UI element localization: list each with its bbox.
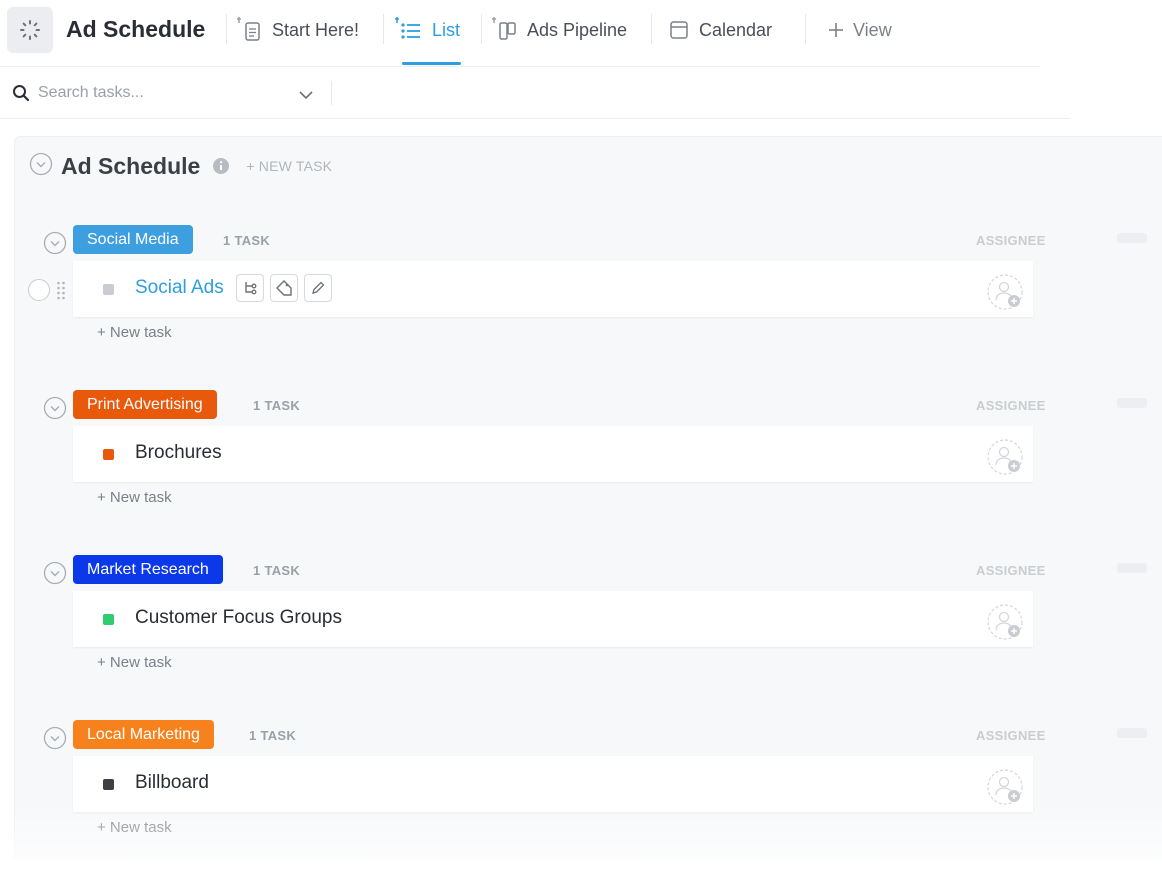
- collapse-group-icon[interactable]: [43, 726, 67, 750]
- group-print-advertising: Print Advertising 1 TASK ASSIGNEE Brochu…: [15, 390, 1162, 546]
- task-row[interactable]: Social Ads: [73, 261, 1033, 317]
- task-count: 1 TASK: [223, 233, 271, 248]
- collapse-list-icon[interactable]: [29, 152, 53, 181]
- task-row[interactable]: Billboard: [73, 756, 1033, 812]
- edit-icon: [312, 281, 325, 294]
- task-count: 1 TASK: [253, 398, 301, 413]
- task-select-checkbox[interactable]: [28, 279, 50, 301]
- nav-divider: [226, 14, 227, 44]
- add-assignee-icon[interactable]: [986, 603, 1024, 646]
- tab-label: Start Here!: [272, 19, 360, 40]
- tab-label: Ads Pipeline: [527, 19, 628, 40]
- board-icon: [491, 17, 519, 43]
- task-count: 1 TASK: [253, 563, 301, 578]
- drag-handle-icon[interactable]: [56, 280, 66, 305]
- group-market-research: Market Research 1 TASK ASSIGNEE Customer…: [15, 555, 1162, 711]
- nav-divider: [481, 14, 482, 44]
- list-panel: Ad Schedule + NEW TASK Social Media 1 TA…: [14, 136, 1162, 860]
- group-status-pill[interactable]: Social Media: [73, 225, 193, 254]
- loading-dots-icon: [20, 20, 40, 40]
- chevron-down-icon[interactable]: [298, 87, 314, 105]
- list-header: Ad Schedule + NEW TASK: [29, 151, 332, 181]
- assignee-column-header[interactable]: ASSIGNEE: [976, 233, 1046, 248]
- subtask-icon: [245, 282, 257, 295]
- assignee-column-header[interactable]: ASSIGNEE: [976, 563, 1046, 578]
- task-name[interactable]: Brochures: [135, 442, 222, 464]
- search-divider: [331, 81, 332, 105]
- group-status-pill[interactable]: Market Research: [73, 555, 223, 584]
- plus-icon: [827, 21, 845, 39]
- subtask-button[interactable]: [236, 274, 264, 302]
- new-task-header-button[interactable]: + NEW TASK: [246, 158, 332, 174]
- group-status-pill[interactable]: Local Marketing: [73, 720, 214, 749]
- task-name[interactable]: Customer Focus Groups: [135, 607, 342, 629]
- nav-divider: [651, 14, 652, 44]
- column-header-placeholder: [1117, 398, 1147, 408]
- new-task-button[interactable]: + New task: [97, 819, 172, 836]
- info-icon[interactable]: [212, 157, 230, 175]
- calendar-icon: [669, 19, 691, 41]
- task-row[interactable]: Customer Focus Groups: [73, 591, 1033, 647]
- active-tab-indicator: [402, 62, 461, 65]
- nav-divider: [383, 14, 384, 44]
- tab-start-here[interactable]: Start Here!: [236, 17, 360, 43]
- status-dot[interactable]: [103, 284, 114, 295]
- assignee-column-header[interactable]: ASSIGNEE: [976, 398, 1046, 413]
- column-header-placeholder: [1117, 233, 1147, 243]
- column-header-placeholder: [1117, 563, 1147, 573]
- new-task-button[interactable]: + New task: [97, 654, 172, 671]
- tab-label: Calendar: [699, 19, 773, 40]
- nav-divider: [805, 14, 806, 44]
- list-title: Ad Schedule: [61, 152, 201, 179]
- add-assignee-icon[interactable]: [986, 768, 1024, 811]
- group-local-marketing: Local Marketing 1 TASK ASSIGNEE Billboar…: [15, 720, 1162, 876]
- tag-icon: [276, 280, 292, 296]
- tab-list[interactable]: List: [394, 17, 461, 43]
- add-view-button[interactable]: View: [827, 18, 892, 42]
- tag-button[interactable]: [270, 274, 298, 302]
- column-header-placeholder: [1117, 728, 1147, 738]
- search-bar: [0, 67, 1080, 119]
- status-dot[interactable]: [103, 779, 114, 790]
- collapse-group-icon[interactable]: [43, 561, 67, 585]
- tab-label: View: [853, 19, 892, 40]
- edit-button[interactable]: [304, 274, 332, 302]
- tab-calendar[interactable]: Calendar: [669, 18, 772, 42]
- task-name[interactable]: Social Ads: [135, 277, 224, 299]
- status-dot[interactable]: [103, 449, 114, 460]
- task-count: 1 TASK: [249, 728, 297, 743]
- list-icon: [394, 17, 424, 43]
- space-title: Ad Schedule: [66, 16, 206, 42]
- task-row[interactable]: Brochures: [73, 426, 1033, 482]
- group-social-media: Social Media 1 TASK ASSIGNEE Social Ads: [15, 225, 1162, 381]
- add-assignee-icon[interactable]: [986, 438, 1024, 481]
- add-assignee-icon[interactable]: [986, 273, 1024, 316]
- doc-icon: [236, 17, 264, 43]
- assignee-column-header[interactable]: ASSIGNEE: [976, 728, 1046, 743]
- group-status-pill[interactable]: Print Advertising: [73, 390, 217, 419]
- search-underline: [0, 118, 1070, 119]
- tab-ads-pipeline[interactable]: Ads Pipeline: [491, 17, 628, 43]
- top-bar: Ad Schedule Start Here! List Ads Pipelin…: [0, 0, 1162, 67]
- space-icon[interactable]: [7, 7, 53, 53]
- search-input[interactable]: [38, 82, 278, 104]
- new-task-button[interactable]: + New task: [97, 489, 172, 506]
- new-task-button[interactable]: + New task: [97, 324, 172, 341]
- task-actions: [236, 274, 332, 302]
- collapse-group-icon[interactable]: [43, 396, 67, 420]
- collapse-group-icon[interactable]: [43, 231, 67, 255]
- task-name[interactable]: Billboard: [135, 772, 209, 794]
- status-dot[interactable]: [103, 614, 114, 625]
- search-icon: [12, 84, 30, 107]
- tab-label: List: [432, 19, 461, 40]
